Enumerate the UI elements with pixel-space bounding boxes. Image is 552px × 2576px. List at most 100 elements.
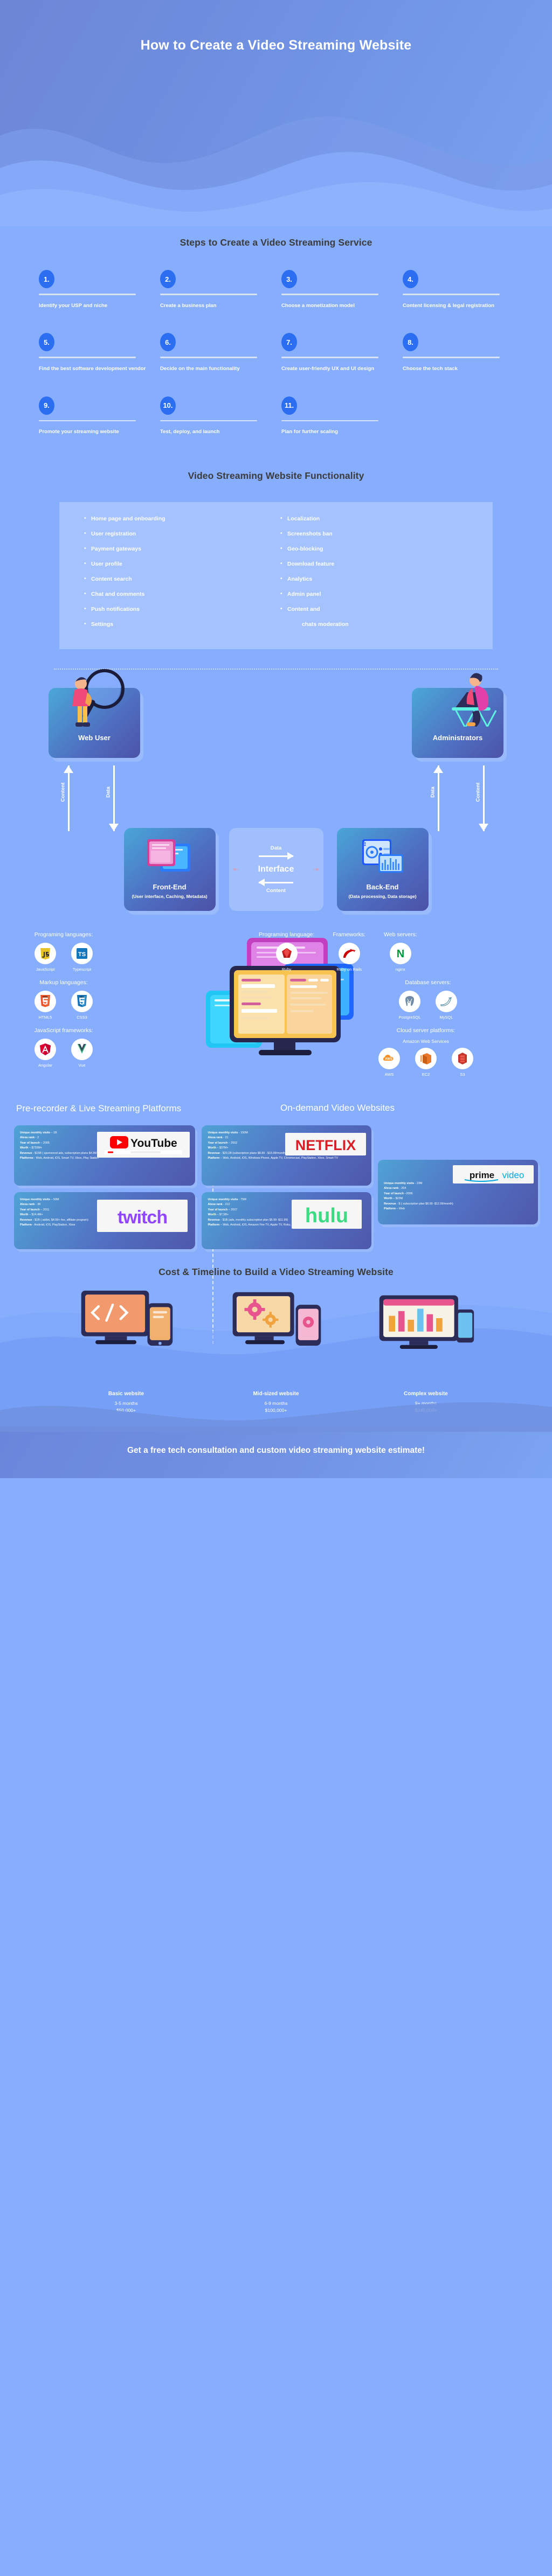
step-number-badge: 7. xyxy=(281,333,297,352)
prime-video-logo-icon: prime video xyxy=(453,1165,534,1183)
platforms-section: Pre-recorder & Live Streaming Platforms … xyxy=(0,1094,552,1344)
step-item-empty xyxy=(403,396,513,436)
functionality-item: Push notifications xyxy=(84,606,272,612)
platform-line: Year of launch –2006 xyxy=(384,1192,413,1195)
step-rule xyxy=(403,294,500,295)
arrow-up-data: Data xyxy=(424,765,453,832)
functionality-item: Admin panel xyxy=(280,591,468,597)
functionality-item: Content search xyxy=(84,576,272,582)
tech-group-heading: JavaScript frameworks: xyxy=(34,1027,93,1034)
step-item[interactable]: 8. Choose the tech stack xyxy=(403,333,513,372)
actor-label: Administrators xyxy=(432,734,483,742)
svg-text:video: video xyxy=(502,1170,525,1180)
arrow-pair-left: Content Data xyxy=(54,765,128,832)
tech-stack-backend-column: Programing language: Ruby Frameworks: Ru… xyxy=(259,931,539,1084)
tech-logo-row: JavaScript TS Typescript xyxy=(15,942,112,972)
platform-card-twitch[interactable]: twitch Unique monthly visits – 50M Alexa… xyxy=(14,1192,196,1249)
tech-logo-item[interactable]: Ruby xyxy=(273,942,301,972)
step-rule xyxy=(281,294,379,295)
architecture-actors-row: Web User Administrators xyxy=(0,669,552,758)
tech-logo-item[interactable]: HTML HTML5 xyxy=(31,990,59,1020)
tier-card-backend[interactable]: Back-End (Data processing, Data storage) xyxy=(336,828,429,911)
step-number-badge: 9. xyxy=(39,396,54,415)
platform-column-right: prime video Unique monthly visits - 23M … xyxy=(378,1125,539,1249)
tech-logo-label: PostgreSQL xyxy=(398,1014,421,1020)
interface-title-row: ⇤ Interface ⇥ xyxy=(233,861,319,878)
tech-logo-row: Angular Vue xyxy=(15,1038,112,1068)
actor-card-web-user[interactable]: Web User xyxy=(49,669,140,758)
platforms-card-grid: YouTube Unique monthly visits – 1B Alexa… xyxy=(0,1115,552,1249)
tech-logo-item[interactable]: AWS AWS xyxy=(375,1047,403,1077)
tech-logo-row: AWS AWS EC2 S3 xyxy=(313,1047,539,1077)
tech-group-cloud-platforms: Cloud server platforms: Amazon Web Servi… xyxy=(313,1027,539,1077)
tech-logo-row: HTML HTML5 CSS CSS3 xyxy=(15,990,112,1020)
tech-logo-row: PostgreSQL MySQL xyxy=(317,990,539,1020)
cta-text: Get a free tech consultation and custom … xyxy=(127,1445,425,1455)
cost-illustration xyxy=(75,1290,177,1386)
tier-card-frontend[interactable]: Front-End (User interface, Caching, Meta… xyxy=(123,828,216,911)
step-item[interactable]: 1. Identify your USP and niche xyxy=(39,270,149,309)
tech-logo-item[interactable]: Ruby on Rails xyxy=(335,942,363,972)
interface-card[interactable]: Data ⇤ Interface ⇥ Content xyxy=(229,828,323,911)
platform-card-netflix[interactable]: NETFLIX Unique monthly visits - 150M Ale… xyxy=(202,1125,372,1186)
platform-line: Alexa rank - 264 xyxy=(384,1187,406,1190)
typescript-icon: TS xyxy=(71,942,93,964)
tech-group-programming-languages: Programing languages: JavaScript TS Type… xyxy=(15,931,112,972)
tech-logo-item[interactable]: PostgreSQL xyxy=(396,990,424,1020)
mysql-icon xyxy=(436,990,457,1012)
platform-line: Worth – $23M xyxy=(384,1197,403,1201)
functionality-list-box: Home page and onboarding Localization Us… xyxy=(59,502,493,650)
tech-logo-item[interactable]: Vue xyxy=(68,1038,96,1068)
step-item[interactable]: 7. Create user-friendly UX and UI design xyxy=(281,333,392,372)
hero-wave-decoration xyxy=(0,116,552,226)
step-label: Identify your USP and niche xyxy=(39,302,108,309)
tech-logo-item[interactable]: EC2 xyxy=(412,1047,440,1077)
step-rule xyxy=(160,294,258,295)
tech-logo-item[interactable]: JavaScript xyxy=(31,942,59,972)
arrow-down-content: Content xyxy=(469,765,498,832)
tech-logo-item[interactable]: S3 xyxy=(448,1047,477,1077)
arrow-head-up-icon xyxy=(433,765,443,774)
step-number-badge: 6. xyxy=(160,333,176,352)
tech-logo-row: Ruby xyxy=(259,942,314,972)
platform-card-prime-video[interactable]: prime video Unique monthly visits - 23M … xyxy=(378,1159,539,1224)
tech-backend-top-row: Programing language: Ruby Frameworks: Ru… xyxy=(259,931,539,979)
step-rule xyxy=(160,420,258,422)
step-item[interactable]: 5. Find the best software development ve… xyxy=(39,333,149,372)
tech-group-database-servers: Database servers: PostgreSQL MySQL xyxy=(317,979,539,1020)
hero-section: How to Create a Video Streaming Website xyxy=(0,0,552,226)
angular-icon xyxy=(34,1038,56,1060)
arrow-up-content: Content xyxy=(54,765,83,832)
tech-logo-item[interactable]: TS Typescript xyxy=(68,942,96,972)
platform-card-hulu[interactable]: hulu Unique monthly visits - 75M Alexa r… xyxy=(202,1192,372,1249)
step-item[interactable]: 3. Choose a monetization model xyxy=(281,270,392,309)
functionality-item: Chat and comments xyxy=(84,591,272,597)
actor-card-administrators[interactable]: Administrators xyxy=(412,673,503,758)
arrow-line xyxy=(483,765,485,832)
tech-logo-item[interactable]: CSS CSS3 xyxy=(68,990,96,1020)
tech-logo-label: Ruby xyxy=(281,966,292,972)
svg-text:AWS: AWS xyxy=(385,1057,392,1061)
functionality-item: Download feature xyxy=(280,561,468,567)
platform-line: Revenue - $ ( subscription plan $8.99 -$… xyxy=(384,1202,453,1206)
html5-icon: HTML xyxy=(34,990,56,1012)
step-item[interactable]: 4. Content licensing & legal registratio… xyxy=(403,270,513,309)
step-number-badge: 3. xyxy=(281,270,297,288)
step-item[interactable]: 11. Plan for further scaling xyxy=(281,396,392,436)
step-item[interactable]: 9. Promote your streaming website xyxy=(39,396,149,436)
interface-top-label: Data xyxy=(270,845,282,852)
tech-logo-item[interactable]: MySQL xyxy=(432,990,460,1020)
step-item[interactable]: 2. Create a business plan xyxy=(160,270,271,309)
platform-card-youtube[interactable]: YouTube Unique monthly visits – 1B Alexa… xyxy=(14,1125,196,1186)
rails-icon xyxy=(338,942,360,964)
tech-logo-item[interactable]: N nginx xyxy=(387,942,415,972)
tech-group-heading: Database servers: xyxy=(405,979,451,986)
ec2-icon xyxy=(415,1047,437,1069)
step-item[interactable]: 10. Test, deploy, and launch xyxy=(160,396,271,436)
tech-logo-item[interactable]: Angular xyxy=(31,1038,59,1068)
tech-logo-label: nginx xyxy=(395,966,405,972)
arrow-line xyxy=(68,765,70,832)
step-item[interactable]: 6. Decide on the main functionality xyxy=(160,333,271,372)
platform-line: Platform – Web xyxy=(384,1207,405,1211)
frontend-illustration xyxy=(129,836,210,880)
